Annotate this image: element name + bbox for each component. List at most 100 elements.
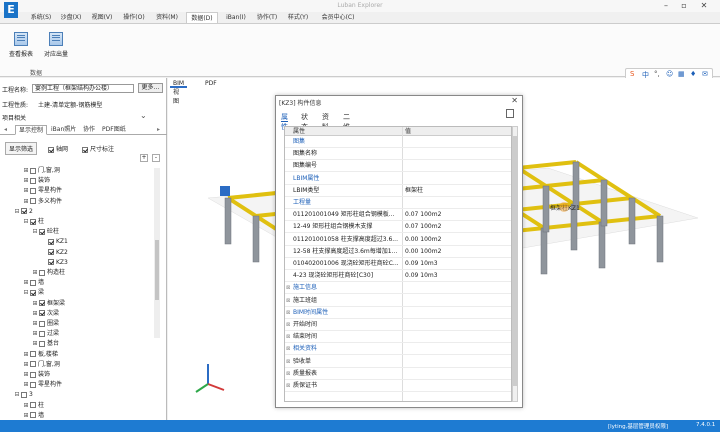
tree-checkbox-icon[interactable] [39, 320, 45, 327]
expand-node-icon[interactable]: ⊞ [23, 280, 29, 286]
tree-node[interactable]: ⊞ 基台 [32, 339, 59, 349]
ime-item-2[interactable]: °, [654, 70, 660, 78]
tree-node[interactable]: ⊞ 柱 [23, 401, 44, 411]
menu-item-8[interactable]: 样式(Y) [284, 12, 312, 23]
property-row[interactable]: ⊠ 施工信息 [285, 282, 511, 295]
tab-bim-view[interactable]: BIM视图 [170, 79, 188, 105]
menu-item-1[interactable]: 沙盘(X) [58, 12, 84, 23]
tabs-left-arrow-icon[interactable]: ◂ [1, 125, 10, 135]
property-row[interactable]: ⊠ 质保证书 [285, 380, 511, 392]
property-row[interactable]: 图集 [285, 136, 511, 148]
project-select[interactable]: 宴例工程（框架结构办公楼） [32, 84, 134, 93]
property-row[interactable]: 图集名称 [285, 148, 511, 161]
menu-item-7[interactable]: 协作(T) [254, 12, 280, 23]
row-expand-icon[interactable]: ⊠ [286, 380, 290, 392]
tree-checkbox-icon[interactable] [39, 340, 45, 347]
tree-checkbox-icon[interactable] [30, 279, 36, 286]
tree-node[interactable]: ⊞ 装饰 [23, 176, 50, 186]
tree-checkbox-icon[interactable] [30, 402, 36, 409]
collapse-node-icon[interactable]: ⊟ [23, 219, 29, 225]
property-row[interactable]: ⊠ 相关资料 [285, 343, 511, 356]
tree-node[interactable]: ⊞ 板,楼梯 [23, 350, 57, 360]
property-row[interactable]: 工程量 [285, 197, 511, 209]
ime-item-4[interactable]: ▦ [678, 70, 685, 78]
property-row[interactable]: LBIM类型 框架柱 [285, 185, 511, 197]
tree-checkbox-icon[interactable] [39, 330, 45, 337]
collapse-all-icon[interactable]: - [152, 154, 160, 162]
tree-checkbox-icon[interactable] [30, 187, 36, 194]
expand-node-icon[interactable]: ⊞ [23, 178, 29, 184]
tab-pdf-view[interactable]: PDF [202, 79, 220, 88]
maximize-icon[interactable]: ▫ [677, 1, 691, 10]
expand-node-icon[interactable]: ⊞ [32, 321, 38, 327]
tree-checkbox-icon[interactable] [39, 228, 45, 235]
expand-node-icon[interactable]: ⊞ [23, 402, 29, 409]
tree-node[interactable]: ⊟ 砼柱 [32, 227, 59, 237]
expand-node-icon[interactable]: ⊞ [23, 188, 29, 194]
menu-item-5[interactable]: 数据(D) [186, 12, 218, 23]
expand-node-icon[interactable]: ⊞ [23, 412, 29, 419]
ime-item-5[interactable]: ♦ [690, 70, 696, 78]
tree-checkbox-icon[interactable] [39, 300, 45, 307]
tree-node[interactable]: ⊟ 2 [14, 207, 32, 217]
expand-node-icon[interactable]: ⊞ [23, 198, 29, 205]
menu-item-6[interactable]: iBan(I) [222, 12, 250, 23]
property-row[interactable]: 图集编号 [285, 160, 511, 173]
match-quantity-button[interactable]: 对应出量 [42, 32, 70, 58]
property-row[interactable]: 011201001058 柱支撑高度超过3.6... 0.00 100m2 [285, 234, 511, 246]
collapse-icon[interactable]: ⌄ [140, 111, 147, 120]
tree-node[interactable]: ⊞ 门,窗,洞 [23, 166, 59, 176]
tab-collab[interactable]: 协作 [80, 125, 98, 135]
expand-node-icon[interactable]: ⊞ [32, 341, 38, 347]
tree-node[interactable]: ⊞ 门,窗,洞 [23, 360, 59, 370]
expand-node-icon[interactable]: ⊞ [23, 168, 29, 174]
row-expand-icon[interactable]: ⊠ [286, 356, 290, 368]
tree-checkbox-icon[interactable] [30, 167, 36, 174]
tree-checkbox-icon[interactable] [30, 371, 36, 378]
tab-iban-photos[interactable]: iBan照片 [48, 125, 79, 135]
tree-node[interactable]: KZ3 [41, 258, 68, 268]
expand-node-icon[interactable]: ⊞ [32, 331, 38, 337]
tree-scroll-thumb[interactable] [155, 240, 159, 300]
tree-checkbox-icon[interactable] [30, 381, 36, 388]
property-row[interactable]: ⊠ 开始时间 [285, 319, 511, 331]
tab-status[interactable]: 状态 [301, 112, 308, 131]
tree-checkbox-icon[interactable] [30, 177, 36, 184]
collapse-node-icon[interactable]: ⊟ [14, 208, 20, 215]
row-expand-icon[interactable]: ⊠ [286, 368, 290, 380]
expand-all-icon[interactable]: + [140, 154, 148, 162]
tree-node[interactable]: ⊞ 多义构件 [23, 197, 62, 207]
row-expand-icon[interactable]: ⊠ [286, 331, 290, 343]
close-icon[interactable]: ✕ [697, 1, 711, 10]
more-button[interactable]: 更多… [138, 83, 163, 93]
axis-toggle[interactable]: 轴网 [48, 144, 68, 153]
row-expand-icon[interactable]: ⊠ [286, 307, 290, 319]
tree-checkbox-icon[interactable] [48, 238, 54, 245]
tree-checkbox-icon[interactable] [30, 412, 36, 419]
tree-checkbox-icon[interactable] [39, 269, 45, 276]
tree-node[interactable]: ⊞ 墙 [23, 278, 44, 288]
tree-checkbox-icon[interactable] [21, 208, 27, 215]
tree-checkbox-icon[interactable] [30, 198, 36, 205]
export-icon[interactable] [506, 109, 514, 118]
expand-node-icon[interactable]: ⊞ [23, 382, 29, 388]
expand-node-icon[interactable]: ⊞ [32, 310, 38, 317]
display-filter-button[interactable]: 显示筛选 [5, 142, 38, 155]
property-row[interactable]: ⊠ 验收单 [285, 356, 511, 368]
ime-item-0[interactable]: S [630, 70, 634, 78]
tree-node[interactable]: KZ1 [41, 237, 68, 247]
menu-item-0[interactable]: 系统(S) [28, 12, 54, 23]
minimize-icon[interactable]: – [659, 1, 673, 10]
view-report-button[interactable]: 查看报表 [7, 32, 35, 58]
expand-node-icon[interactable]: ⊞ [23, 361, 29, 368]
tree-checkbox-icon[interactable] [30, 289, 36, 296]
menu-item-3[interactable]: 操作(O) [120, 12, 148, 23]
property-row[interactable]: 010402001006 现浇砼矩形柱商砼C... 0.09 10m3 [285, 258, 511, 270]
tab-qrcode[interactable]: 二维码 [343, 112, 350, 141]
tree-node[interactable]: ⊟ 3 [14, 390, 32, 400]
tree-node[interactable]: ⊟ 柱 [23, 217, 44, 227]
property-row[interactable]: LBIM属性 [285, 173, 511, 185]
expand-node-icon[interactable]: ⊞ [32, 270, 38, 276]
dims-toggle[interactable]: 尺寸标注 [82, 144, 114, 153]
row-expand-icon[interactable]: ⊠ [286, 282, 290, 294]
